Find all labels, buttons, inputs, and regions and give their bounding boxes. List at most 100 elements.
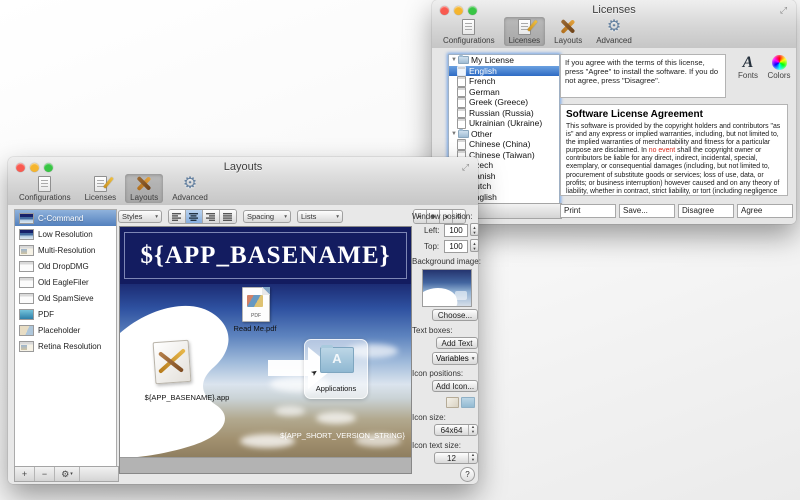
fullscreen-icon[interactable]: ⤢ <box>778 5 789 16</box>
disclosure-triangle-icon[interactable]: ▼ <box>451 57 458 63</box>
toolbar-item-layouts[interactable]: Layouts <box>549 17 587 46</box>
lists-popup[interactable]: Lists▾ <box>297 210 343 223</box>
readme-pdf-icon[interactable]: PDF <box>242 287 270 322</box>
window-title: Layouts <box>8 161 478 173</box>
layout-row[interactable]: Low Resolution <box>15 226 116 242</box>
remove-layout-button[interactable]: − <box>35 467 55 481</box>
list-item-row-selected[interactable]: English <box>449 66 559 77</box>
layout-row-selected[interactable]: C-Command <box>15 210 116 226</box>
styles-popup[interactable]: Styles▾ <box>118 210 162 223</box>
align-center-button[interactable] <box>186 210 203 223</box>
license-agreement-text[interactable]: Software License Agreement This software… <box>560 104 788 196</box>
icon-text-size-label: Icon text size: <box>412 441 461 450</box>
icon-size-combo[interactable]: 64x64▲▼ <box>434 424 478 436</box>
background-image-label: Background image: <box>412 257 481 266</box>
list-item-row[interactable]: French <box>449 76 559 87</box>
spacing-popup[interactable]: Spacing▾ <box>243 210 291 223</box>
version-string-label: ${APP_SHORT_VERSION_STRING} <box>280 431 405 440</box>
variables-popup[interactable]: Variables▾ <box>432 352 478 365</box>
toolbar-item-licenses[interactable]: Licenses <box>504 17 546 46</box>
agreement-highlight: no event <box>649 147 675 154</box>
thumbnail-window-icon <box>19 261 34 272</box>
add-text-button[interactable]: Add Text <box>436 337 478 349</box>
advanced-gear-icon: ⚙ <box>603 18 625 35</box>
combo-stepper-icon[interactable]: ▲▼ <box>468 425 477 434</box>
action-menu-button[interactable]: ⚙▾ <box>55 467 80 481</box>
applications-dropzone[interactable]: A ➤ Applications <box>304 339 368 399</box>
toolbar-item-advanced[interactable]: ⚙ Advanced <box>591 17 637 46</box>
thumbnail-box <box>455 291 467 300</box>
align-left-button[interactable] <box>169 210 186 223</box>
fonts-icon: A <box>733 54 763 71</box>
print-button-field[interactable]: Print <box>560 204 616 218</box>
fullscreen-icon[interactable]: ⤢ <box>460 162 471 173</box>
colors-button[interactable]: Colors <box>764 54 794 80</box>
align-right-button[interactable] <box>203 210 220 223</box>
top-stepper[interactable]: ▲▼ <box>470 239 479 252</box>
folder-icon <box>458 130 469 138</box>
licenses-titlebar[interactable]: Licenses ⤢ Configurations Licenses Layou… <box>432 0 796 49</box>
layout-list[interactable]: C-Command Low Resolution Multi-Resolutio… <box>14 209 117 468</box>
left-position-field[interactable]: 100 <box>444 224 468 237</box>
align-justify-button[interactable] <box>220 210 236 223</box>
disclosure-triangle-icon[interactable]: ▼ <box>451 131 458 137</box>
window-title: Licenses <box>432 4 796 16</box>
thumbnail-photo-icon <box>19 325 34 336</box>
chevron-down-icon: ▾ <box>284 214 287 220</box>
left-stepper[interactable]: ▲▼ <box>470 223 479 236</box>
list-item-row[interactable]: Chinese (China) <box>449 139 559 150</box>
license-doc-icon <box>457 139 466 150</box>
fonts-button[interactable]: A Fonts <box>733 54 763 80</box>
thumbnail-pdf-icon <box>19 309 34 320</box>
background-image-thumbnail[interactable] <box>422 269 472 307</box>
window-position-label: Window position: <box>412 212 472 221</box>
layout-row[interactable]: Placeholder <box>15 322 116 338</box>
layout-row[interactable]: Old SpamSieve <box>15 290 116 306</box>
list-item-row[interactable]: Greek (Greece) <box>449 97 559 108</box>
icon-text-size-combo[interactable]: 12▲▼ <box>434 452 478 464</box>
text-boxes-label: Text boxes: <box>412 326 452 335</box>
toolbar-item-configurations[interactable]: Configurations <box>14 174 76 203</box>
license-doc-icon <box>457 76 466 87</box>
add-layout-button[interactable]: + <box>15 467 35 481</box>
list-item-row[interactable]: Russian (Russia) <box>449 108 559 119</box>
toolbar-item-layouts[interactable]: Layouts <box>125 174 163 203</box>
list-item-row[interactable]: German <box>449 87 559 98</box>
chevron-down-icon: ▾ <box>70 471 73 477</box>
agree-button-field[interactable]: Agree <box>737 204 793 218</box>
left-label: Left: <box>424 226 440 235</box>
thumbnail-window-icon <box>19 293 34 304</box>
disagree-button-field[interactable]: Disagree <box>678 204 734 218</box>
list-item-row[interactable]: Ukrainian (Ukraine) <box>449 118 559 129</box>
layout-row[interactable]: Old EagleFiler <box>15 274 116 290</box>
list-group-row[interactable]: ▼Other <box>449 129 559 140</box>
license-doc-icon <box>457 118 466 129</box>
layouts-titlebar[interactable]: Layouts ⤢ Configurations Licenses Layout… <box>8 157 478 206</box>
layout-row[interactable]: PDF <box>15 306 116 322</box>
license-instruction-box[interactable]: If you agree with the terms of this lice… <box>560 54 726 98</box>
layout-preview-canvas[interactable]: ${APP_BASENAME} ${APP_BASENAME}.app PDF <box>119 226 412 474</box>
toolbar-item-advanced[interactable]: ⚙ Advanced <box>167 174 213 203</box>
list-group-row[interactable]: ▼My License <box>449 55 559 66</box>
app-bundle-icon[interactable] <box>150 339 194 385</box>
help-button[interactable]: ? <box>460 467 475 482</box>
layout-row[interactable]: Multi-Resolution <box>15 242 116 258</box>
license-doc-icon <box>457 108 466 119</box>
thumbnail-swoosh <box>422 285 459 307</box>
chevron-down-icon: ▾ <box>155 214 158 220</box>
pdf-badge: PDF <box>243 313 269 319</box>
choose-button[interactable]: Choose... <box>432 309 478 321</box>
add-icon-button[interactable]: Add Icon... <box>432 380 478 392</box>
toolbar-item-configurations[interactable]: Configurations <box>438 17 500 46</box>
save-button-field[interactable]: Save... <box>619 204 675 218</box>
layout-row[interactable]: Old DropDMG <box>15 258 116 274</box>
combo-stepper-icon[interactable]: ▲▼ <box>468 453 477 462</box>
pdf-artwork <box>247 295 263 307</box>
layout-row[interactable]: Retina Resolution <box>15 338 116 354</box>
configurations-icon <box>458 18 480 35</box>
mini-app-icon[interactable] <box>446 397 459 408</box>
top-position-field[interactable]: 100 <box>444 240 468 253</box>
toolbar-item-licenses[interactable]: Licenses <box>80 174 122 203</box>
mini-folder-icon[interactable] <box>461 397 475 408</box>
license-doc-icon <box>457 87 466 98</box>
